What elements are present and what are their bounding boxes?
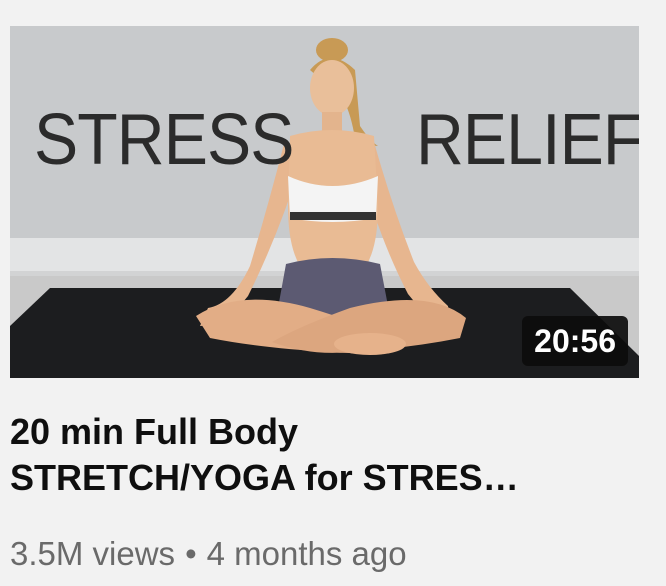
view-count: 3.5M views <box>10 535 176 572</box>
duration-badge: 20:56 <box>522 316 628 366</box>
separator-dot: • <box>185 535 197 572</box>
upload-age: 4 months ago <box>206 535 407 572</box>
thumbnail-word-relief: RELIEF <box>416 100 639 180</box>
video-title[interactable]: 20 min Full Body STRETCH/YOGA for STRES… <box>10 409 650 501</box>
video-card[interactable]: STRESS RELIEF 20:56 20 min Full Body STR… <box>0 0 666 586</box>
video-title-line-1: 20 min Full Body <box>10 411 299 452</box>
thumbnail-word-stress: STRESS <box>34 100 294 180</box>
video-metadata: 3.5M views • 4 months ago <box>10 532 407 576</box>
video-thumbnail[interactable]: STRESS RELIEF 20:56 <box>10 26 639 378</box>
video-title-line-2: STRETCH/YOGA for STRES… <box>10 457 519 498</box>
